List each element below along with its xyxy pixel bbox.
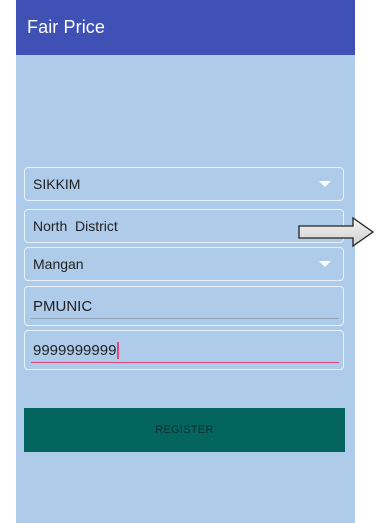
phone-underline <box>31 361 339 363</box>
subdivision-value: Mangan <box>33 256 84 272</box>
name-underline <box>31 318 339 319</box>
phone-value: 9999999999 <box>33 341 117 359</box>
name-value: PMUNIC <box>33 297 93 315</box>
district-dropdown[interactable]: North District <box>24 209 344 243</box>
app-title: Fair Price <box>27 17 106 37</box>
chevron-down-icon <box>319 261 331 267</box>
name-input[interactable]: PMUNIC <box>24 286 344 326</box>
app-bar: Fair Price <box>16 0 355 55</box>
arrow-right-icon <box>298 216 375 248</box>
text-cursor <box>117 341 119 359</box>
register-button[interactable]: REGISTER <box>24 408 345 452</box>
district-value: North District <box>33 218 118 234</box>
state-value: SIKKIM <box>33 176 81 192</box>
phone-input[interactable]: 9999999999 <box>24 330 344 370</box>
state-dropdown[interactable]: SIKKIM <box>24 167 344 201</box>
phone-screen: Fair Price SIKKIM North District Mangan … <box>16 0 355 523</box>
subdivision-dropdown[interactable]: Mangan <box>24 247 344 281</box>
chevron-down-icon <box>319 181 331 187</box>
